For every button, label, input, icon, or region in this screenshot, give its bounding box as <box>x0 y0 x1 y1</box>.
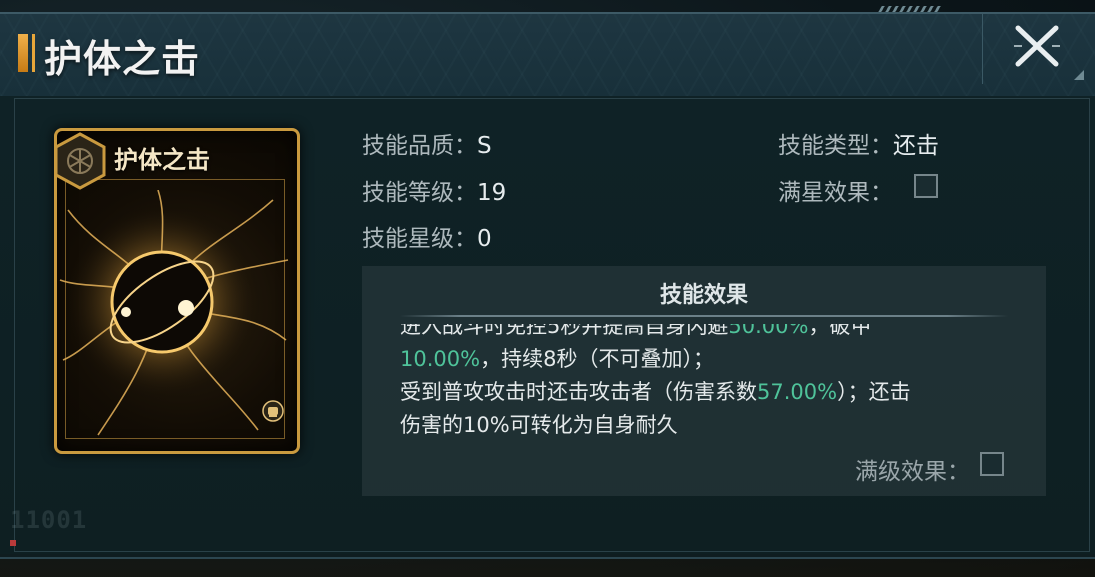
effect-line-3: 受到普攻攻击时还击攻击者（伤害系数57.00%）；还击 <box>400 376 1010 409</box>
skill-level-value: 19 <box>477 180 507 206</box>
title-accent-bar <box>18 34 28 72</box>
effect-text-seg: 受到普攻攻击时还击攻击者（伤害系数 <box>400 380 757 404</box>
effect-value-dodge: 50.00% <box>728 324 809 338</box>
close-button[interactable] <box>1012 22 1062 70</box>
dialog-title: 护体之击 <box>44 36 201 81</box>
skill-art <box>59 190 289 436</box>
skill-star-row: 技能星级：0 <box>362 219 492 253</box>
title-accent-line <box>32 34 35 72</box>
effect-line-2: 10.00%，持续8秒（不可叠加）； <box>400 343 1010 376</box>
effect-value-damage-coef: 57.00% <box>757 380 838 404</box>
skill-level-label: 技能等级： <box>362 180 477 206</box>
skill-type-label: 技能类型： <box>778 133 893 159</box>
fist-icon <box>262 400 284 422</box>
wheel-emblem-icon <box>54 132 106 190</box>
corner-deco <box>1074 70 1084 80</box>
close-icon <box>1014 25 1060 67</box>
header-deco-dots <box>878 6 942 12</box>
effect-text-seg: ，持续8秒（不可叠加）； <box>480 347 714 371</box>
full-star-checkbox[interactable] <box>914 174 938 198</box>
skill-effect-text[interactable]: 进入战斗时免控5秒并提高自身闪避50.00%，破甲 10.00%，持续8秒（不可… <box>400 324 1010 440</box>
effect-text-seg: ）；还击 <box>837 380 911 404</box>
skill-quality-label: 技能品质： <box>362 133 477 159</box>
footer-watermark: 11001 <box>10 506 88 534</box>
skill-quality-row: 技能品质：S <box>362 126 492 160</box>
skill-effect-scroll: 进入战斗时免控5秒并提高自身闪避50.00%，破甲 10.00%，持续8秒（不可… <box>400 324 1010 440</box>
effect-text-seg: 进入战斗时免控5秒并提高自身闪避 <box>400 324 729 338</box>
skill-level-row: 技能等级：19 <box>362 173 506 207</box>
skill-star-value: 0 <box>477 226 492 252</box>
max-level-label: 满级效果： <box>855 459 970 485</box>
max-level-checkbox[interactable] <box>980 452 1004 476</box>
effect-value-armor-break: 10.00% <box>400 347 481 371</box>
effect-text-seg: ，破甲 <box>808 324 872 338</box>
skill-quality-value: S <box>477 133 492 159</box>
full-star-label: 满星效果： <box>778 180 893 206</box>
skill-type-value: 还击 <box>893 133 939 159</box>
skill-effect-header: 技能效果 <box>659 283 748 308</box>
effect-line-4: 伤害的10%可转化为自身耐久 <box>400 413 678 437</box>
footer-marker <box>10 540 16 546</box>
skill-effect-divider <box>400 315 1008 317</box>
skill-star-label: 技能星级： <box>362 226 477 252</box>
full-star-row: 满星效果： <box>778 173 893 207</box>
card-title: 护体之击 <box>114 145 210 174</box>
effect-line-1: 进入战斗时免控5秒并提高自身闪避50.00%，破甲 <box>400 324 1010 343</box>
skill-type-row: 技能类型：还击 <box>778 126 939 160</box>
